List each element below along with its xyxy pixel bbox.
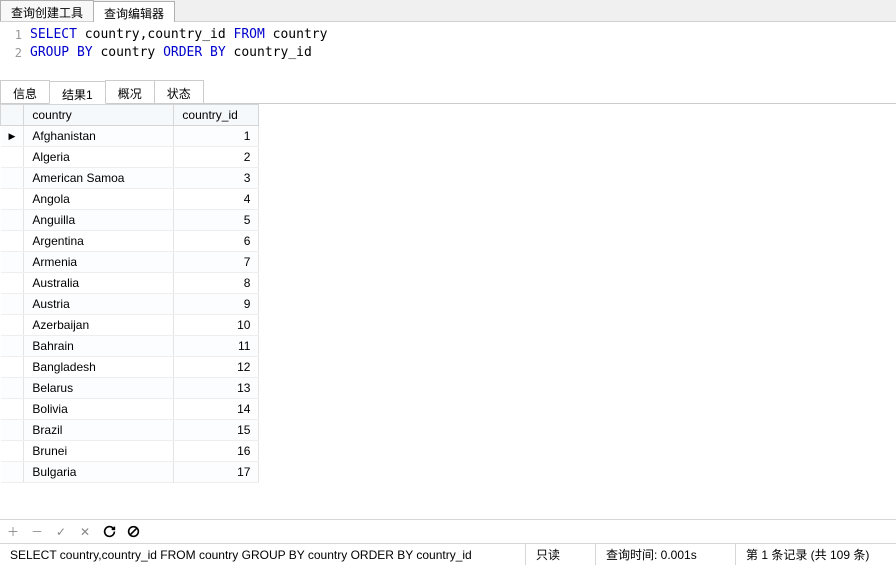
cell-country-id[interactable]: 13 xyxy=(174,378,259,399)
result-tab[interactable]: 信息 xyxy=(0,80,50,103)
result-tabs: 信息结果1概况状态 xyxy=(0,80,896,104)
remove-row-icon[interactable]: － xyxy=(30,525,44,539)
status-records: 第 1 条记录 (共 109 条) xyxy=(736,544,896,565)
table-row[interactable]: Brazil15 xyxy=(1,420,259,441)
table-row[interactable]: Bahrain11 xyxy=(1,336,259,357)
cell-country[interactable]: Argentina xyxy=(24,231,174,252)
table-row[interactable]: Angola4 xyxy=(1,189,259,210)
table-row[interactable]: Argentina6 xyxy=(1,231,259,252)
cell-country-id[interactable]: 3 xyxy=(174,168,259,189)
cell-country-id[interactable]: 15 xyxy=(174,420,259,441)
table-row[interactable]: Armenia7 xyxy=(1,252,259,273)
cell-country[interactable]: Azerbaijan xyxy=(24,315,174,336)
cell-country[interactable]: Bolivia xyxy=(24,399,174,420)
row-marker xyxy=(1,357,24,378)
row-marker xyxy=(1,231,24,252)
table-row[interactable]: Bulgaria17 xyxy=(1,462,259,483)
table-row[interactable]: Australia8 xyxy=(1,273,259,294)
grid-toolbar: ＋ － ✓ ✕ xyxy=(0,519,896,543)
row-marker xyxy=(1,273,24,294)
sql-line[interactable]: GROUP BY country ORDER BY country_id xyxy=(30,44,312,62)
row-marker xyxy=(1,210,24,231)
cell-country-id[interactable]: 10 xyxy=(174,315,259,336)
cell-country[interactable]: Afghanistan xyxy=(24,126,174,147)
table-row[interactable]: Algeria2 xyxy=(1,147,259,168)
confirm-icon[interactable]: ✓ xyxy=(54,525,68,539)
cell-country[interactable]: Bahrain xyxy=(24,336,174,357)
cell-country[interactable]: Brazil xyxy=(24,420,174,441)
cell-country-id[interactable]: 5 xyxy=(174,210,259,231)
cell-country[interactable]: Austria xyxy=(24,294,174,315)
cell-country[interactable]: Bangladesh xyxy=(24,357,174,378)
cell-country[interactable]: Belarus xyxy=(24,378,174,399)
row-marker xyxy=(1,315,24,336)
sql-line[interactable]: SELECT country,country_id FROM country xyxy=(30,26,327,44)
cell-country-id[interactable]: 4 xyxy=(174,189,259,210)
row-marker xyxy=(1,420,24,441)
row-marker xyxy=(1,294,24,315)
row-marker xyxy=(1,147,24,168)
cell-country[interactable]: Australia xyxy=(24,273,174,294)
line-number: 2 xyxy=(0,44,30,62)
stop-icon[interactable] xyxy=(126,525,140,539)
refresh-icon[interactable] xyxy=(102,525,116,539)
table-row[interactable]: Austria9 xyxy=(1,294,259,315)
add-row-icon[interactable]: ＋ xyxy=(6,525,20,539)
line-number: 1 xyxy=(0,26,30,44)
column-header-country[interactable]: country xyxy=(24,105,174,126)
status-query: SELECT country,country_id FROM country G… xyxy=(0,544,526,565)
cell-country[interactable]: Algeria xyxy=(24,147,174,168)
table-row[interactable]: Bolivia14 xyxy=(1,399,259,420)
row-marker-header xyxy=(1,105,24,126)
status-mode: 只读 xyxy=(526,544,596,565)
cell-country-id[interactable]: 11 xyxy=(174,336,259,357)
row-marker xyxy=(1,168,24,189)
status-bar: SELECT country,country_id FROM country G… xyxy=(0,543,896,565)
row-marker xyxy=(1,441,24,462)
cell-country-id[interactable]: 2 xyxy=(174,147,259,168)
cell-country-id[interactable]: 1 xyxy=(174,126,259,147)
table-row[interactable]: ▶Afghanistan1 xyxy=(1,126,259,147)
result-grid: country country_id ▶Afghanistan1Algeria2… xyxy=(0,104,259,483)
column-header-country-id[interactable]: country_id xyxy=(174,105,259,126)
table-row[interactable]: Azerbaijan10 xyxy=(1,315,259,336)
row-marker xyxy=(1,189,24,210)
table-row[interactable]: Belarus13 xyxy=(1,378,259,399)
editor-tab[interactable]: 查询创建工具 xyxy=(0,0,94,21)
cell-country[interactable]: American Samoa xyxy=(24,168,174,189)
cell-country-id[interactable]: 12 xyxy=(174,357,259,378)
table-row[interactable]: Brunei16 xyxy=(1,441,259,462)
editor-tabs: 查询创建工具查询编辑器 xyxy=(0,0,896,22)
cell-country[interactable]: Angola xyxy=(24,189,174,210)
cell-country-id[interactable]: 7 xyxy=(174,252,259,273)
cell-country-id[interactable]: 17 xyxy=(174,462,259,483)
result-tab[interactable]: 概况 xyxy=(105,80,155,103)
cell-country[interactable]: Armenia xyxy=(24,252,174,273)
cell-country-id[interactable]: 9 xyxy=(174,294,259,315)
cell-country-id[interactable]: 6 xyxy=(174,231,259,252)
row-marker xyxy=(1,378,24,399)
row-marker xyxy=(1,399,24,420)
table-row[interactable]: Anguilla5 xyxy=(1,210,259,231)
cancel-icon[interactable]: ✕ xyxy=(78,525,92,539)
table-row[interactable]: Bangladesh12 xyxy=(1,357,259,378)
table-row[interactable]: American Samoa3 xyxy=(1,168,259,189)
row-marker: ▶ xyxy=(1,126,24,147)
result-grid-wrap[interactable]: country country_id ▶Afghanistan1Algeria2… xyxy=(0,104,896,519)
cell-country[interactable]: Anguilla xyxy=(24,210,174,231)
row-marker xyxy=(1,252,24,273)
status-time: 查询时间: 0.001s xyxy=(596,544,736,565)
sql-editor[interactable]: 1SELECT country,country_id FROM country2… xyxy=(0,22,896,80)
cell-country[interactable]: Bulgaria xyxy=(24,462,174,483)
cell-country-id[interactable]: 16 xyxy=(174,441,259,462)
cell-country[interactable]: Brunei xyxy=(24,441,174,462)
result-tab[interactable]: 结果1 xyxy=(49,81,106,104)
row-marker xyxy=(1,462,24,483)
result-tab[interactable]: 状态 xyxy=(154,80,204,103)
cell-country-id[interactable]: 14 xyxy=(174,399,259,420)
editor-tab[interactable]: 查询编辑器 xyxy=(93,1,175,22)
row-marker xyxy=(1,336,24,357)
cell-country-id[interactable]: 8 xyxy=(174,273,259,294)
